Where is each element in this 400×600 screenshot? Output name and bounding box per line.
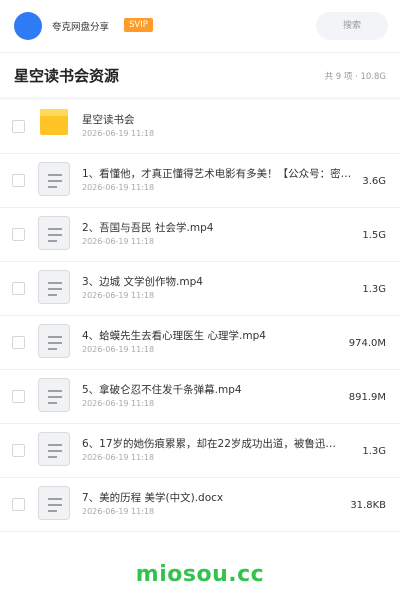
share-title: 夸克网盘分享	[52, 22, 110, 33]
file-icon	[38, 270, 70, 304]
item-name: 7、美的历程 美学(中文).docx	[82, 492, 224, 504]
item-size: 891.9M	[348, 392, 386, 403]
file-icon	[38, 432, 70, 466]
item-date: 2026-06-19 11:18	[82, 399, 155, 408]
item-date: 2026-06-19 11:18	[82, 183, 155, 192]
row-checkbox[interactable]	[12, 228, 25, 241]
file-icon	[38, 324, 70, 358]
item-size: 3.6G	[362, 176, 386, 187]
list-item[interactable]: 7、美的历程 美学(中文).docx 2026-06-19 11:18 31.8…	[0, 478, 400, 532]
list-item[interactable]: 5、拿破仑忍不住发千条弹幕.mp4 2026-06-19 11:18 891.9…	[0, 370, 400, 424]
watermark: miosou.cc	[135, 562, 265, 587]
item-name: 2、吾国与吾民 社会学.mp4	[82, 222, 214, 234]
item-size: 31.8KB	[350, 500, 386, 511]
item-date: 2026-06-19 11:18	[82, 291, 155, 300]
row-checkbox[interactable]	[12, 120, 25, 133]
item-date: 2026-06-19 11:18	[82, 237, 155, 246]
row-checkbox[interactable]	[12, 336, 25, 349]
item-name: 星空读书会	[82, 114, 135, 126]
file-icon	[38, 216, 70, 250]
list-item[interactable]: 星空读书会 2026-06-19 11:18	[0, 100, 400, 154]
file-icon	[38, 162, 70, 196]
row-checkbox[interactable]	[12, 444, 25, 457]
item-size: 1.5G	[362, 230, 386, 241]
item-size: 974.0M	[348, 338, 386, 349]
item-name: 6、17岁的她伤痕累累，却在22岁成功出道，被鲁迅…	[82, 438, 336, 450]
item-date: 2026-06-19 11:18	[82, 129, 155, 138]
folder-icon	[40, 109, 68, 135]
row-checkbox[interactable]	[12, 390, 25, 403]
item-name: 4、蛤蟆先生去看心理医生 心理学.mp4	[82, 330, 266, 342]
row-checkbox[interactable]	[12, 174, 25, 187]
item-size: 1.3G	[362, 284, 386, 295]
share-page: 夸克网盘分享 SVIP 搜索 星空读书会资源 共 9 项 · 10.8G 星空读…	[0, 0, 400, 600]
item-size: 1.3G	[362, 446, 386, 457]
search-input[interactable]: 搜索	[316, 12, 388, 40]
list-item[interactable]: 1、看懂他，才真正懂得艺术电影有多美！【公众号：密… 2026-06-19 11…	[0, 154, 400, 208]
item-date: 2026-06-19 11:18	[82, 345, 155, 354]
item-name: 1、看懂他，才真正懂得艺术电影有多美！【公众号：密…	[82, 168, 352, 180]
list-item[interactable]: 3、边城 文学创作物.mp4 2026-06-19 11:18 1.3G	[0, 262, 400, 316]
list-item[interactable]: 6、17岁的她伤痕累累，却在22岁成功出道，被鲁迅… 2026-06-19 11…	[0, 424, 400, 478]
avatar[interactable]	[14, 12, 42, 40]
folder-title-row: 星空读书会资源 共 9 项 · 10.8G	[0, 53, 400, 97]
svip-badge: SVIP	[124, 18, 153, 32]
file-list: 星空读书会 2026-06-19 11:18 1、看懂他，才真正懂得艺术电影有多…	[0, 100, 400, 532]
page-title: 星空读书会资源	[14, 67, 120, 85]
list-item[interactable]: 4、蛤蟆先生去看心理医生 心理学.mp4 2026-06-19 11:18 97…	[0, 316, 400, 370]
item-date: 2026-06-19 11:18	[82, 453, 155, 462]
row-checkbox[interactable]	[12, 498, 25, 511]
header: 夸克网盘分享 SVIP 搜索	[0, 0, 400, 52]
file-icon	[38, 378, 70, 412]
item-date: 2026-06-19 11:18	[82, 507, 155, 516]
item-name: 3、边城 文学创作物.mp4	[82, 276, 203, 288]
item-name: 5、拿破仑忍不住发千条弹幕.mp4	[82, 384, 242, 396]
file-icon	[38, 486, 70, 520]
row-checkbox[interactable]	[12, 282, 25, 295]
folder-meta: 共 9 项 · 10.8G	[324, 72, 386, 82]
list-item[interactable]: 2、吾国与吾民 社会学.mp4 2026-06-19 11:18 1.5G	[0, 208, 400, 262]
